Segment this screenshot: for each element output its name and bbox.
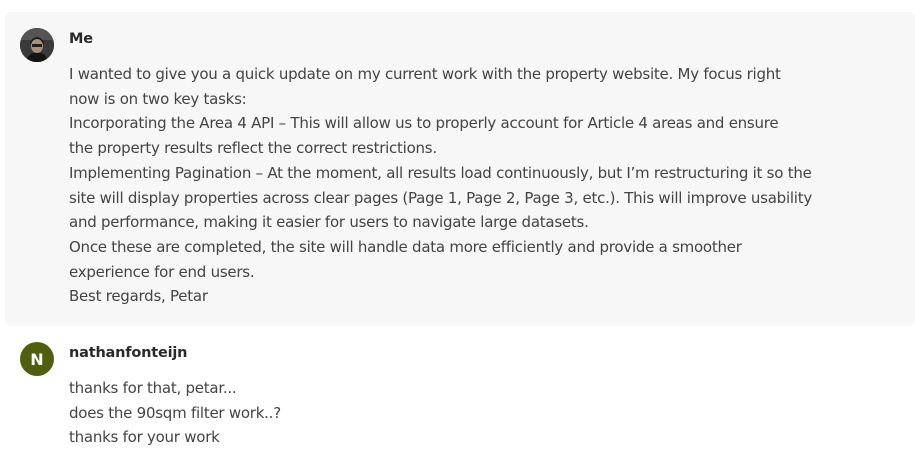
message-line: now is on two key tasks: (69, 89, 247, 108)
message-line: thanks for that, petar... (69, 379, 237, 397)
message-line: Implementing Pagination – At the moment,… (69, 163, 812, 182)
message-me: Me I wanted to give you a quick update o… (5, 12, 915, 326)
avatar-me[interactable] (20, 28, 54, 62)
message-line: site will display properties across clea… (69, 188, 812, 207)
message-line: the property results reflect the correct… (69, 139, 437, 158)
message-line: Best regards, Petar (69, 287, 208, 306)
message-line: I wanted to give you a quick update on m… (69, 65, 781, 83)
message-line: and performance, making it easier for us… (69, 213, 589, 232)
message-line: thanks for your work (69, 428, 220, 447)
message-line: does the 90sqm filter work..? (69, 403, 281, 422)
message-line: experience for end users. (69, 262, 255, 281)
avatar-initial: N (30, 349, 44, 369)
message-author[interactable]: Me (69, 31, 93, 47)
message-author[interactable]: nathanfonteijn (69, 345, 187, 361)
message-body: thanks for that, petar... does the 90sqm… (69, 376, 849, 450)
message-nathanfonteijn: N nathanfonteijn thanks for that, petar.… (5, 330, 915, 458)
message-body: I wanted to give you a quick update on m… (69, 62, 849, 309)
message-thread: Me I wanted to give you a quick update o… (0, 0, 915, 458)
avatar-nathanfonteijn[interactable]: N (20, 342, 54, 376)
message-line: Incorporating the Area 4 API – This will… (69, 114, 779, 133)
message-line: Once these are completed, the site will … (69, 237, 742, 256)
user-photo-icon (20, 28, 54, 62)
